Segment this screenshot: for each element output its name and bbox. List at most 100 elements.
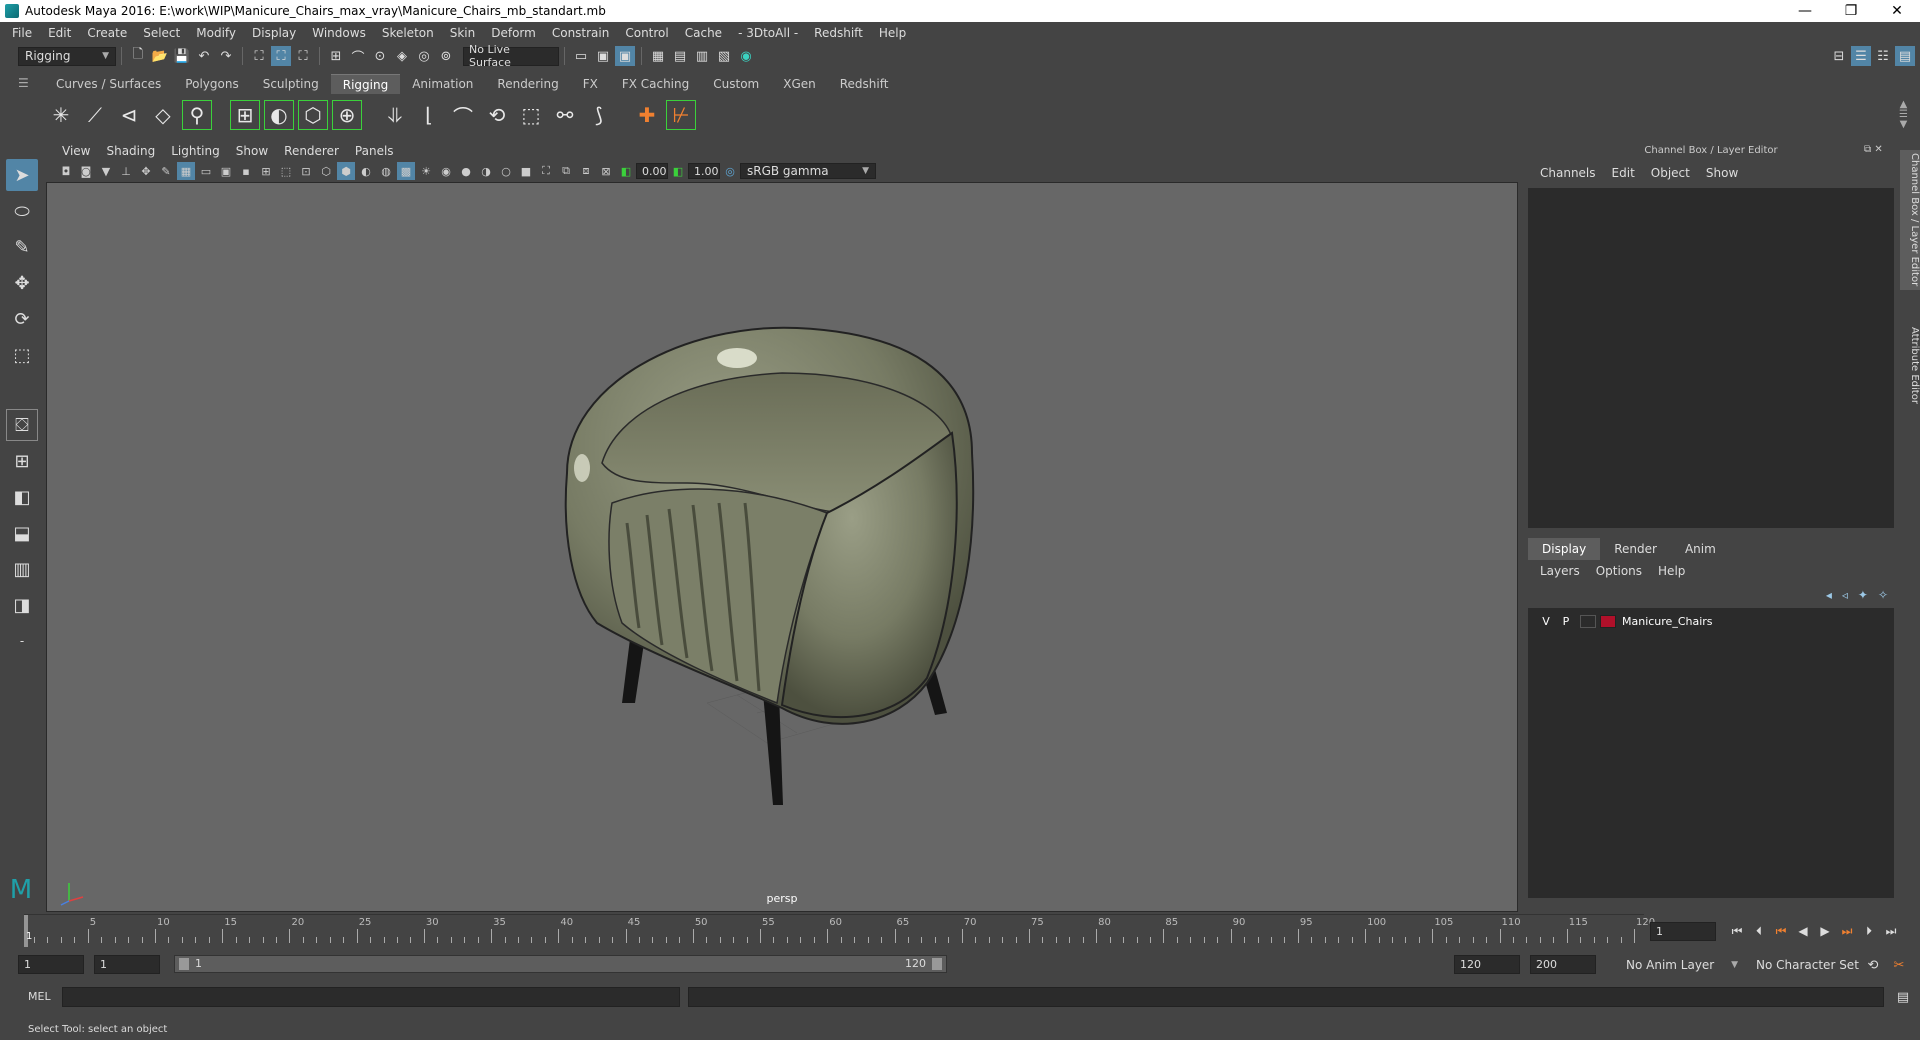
redo-icon[interactable]: ↷ (216, 46, 236, 66)
point-constraint-icon[interactable]: ⌊ (414, 100, 444, 130)
play-backwards-icon[interactable]: ◀ (1792, 924, 1814, 938)
scale-tool-icon[interactable]: ⬚ (6, 339, 38, 371)
shelf-tab-redshift[interactable]: Redshift (828, 74, 901, 94)
layer-playback-toggle[interactable]: P (1556, 615, 1576, 628)
script-editor-icon[interactable]: ▤ (1893, 987, 1913, 1007)
camera-attributes-icon[interactable]: ◙ (77, 162, 95, 180)
snap-surface-icon[interactable]: ◎ (414, 46, 434, 66)
layer-color-swatch[interactable] (1600, 614, 1616, 628)
step-forward-key-icon[interactable]: ⏭ (1836, 924, 1858, 939)
step-back-frame-icon[interactable]: ⏴ (1748, 924, 1770, 939)
snap-curve-icon[interactable]: ⌒ (348, 46, 368, 66)
animation-preferences-icon[interactable]: ✂ (1889, 955, 1909, 975)
layer-list[interactable]: V P Manicure_Chairs (1528, 608, 1894, 898)
layer-menu-help[interactable]: Help (1650, 564, 1693, 578)
parent-constraint-icon[interactable]: ⚯ (550, 100, 580, 130)
ik-spline-icon[interactable]: ⊲ (114, 100, 144, 130)
step-back-key-icon[interactable]: ⏮ (1770, 924, 1792, 939)
panel-menu-renderer[interactable]: Renderer (276, 144, 347, 158)
hypershade-icon[interactable]: ▤ (670, 46, 690, 66)
go-to-end-icon[interactable]: ⏭ (1880, 924, 1902, 939)
select-hierarchy-icon[interactable]: ⛶ (249, 46, 269, 66)
panel-menu-show[interactable]: Show (228, 144, 276, 158)
cluster-icon[interactable]: ⊕ (332, 100, 362, 130)
panel-menu-lighting[interactable]: Lighting (163, 144, 228, 158)
move-tool-icon[interactable]: ✥ (6, 267, 38, 299)
humanik-icon[interactable]: ⚲ (182, 100, 212, 130)
move-layer-down-icon[interactable]: ◃ (1842, 588, 1848, 602)
layer-visibility-toggle[interactable]: V (1536, 615, 1556, 628)
lattice-icon[interactable]: ⬡ (298, 100, 328, 130)
menu-display[interactable]: Display (244, 26, 304, 40)
aim-constraint-icon[interactable]: ⌒ (448, 100, 478, 130)
shelf-tab-rigging[interactable]: Rigging (330, 74, 401, 94)
menu-help[interactable]: Help (871, 26, 914, 40)
panel-menu-view[interactable]: View (54, 144, 98, 158)
auto-key-icon[interactable]: ⟲ (1863, 955, 1883, 975)
script-language-label[interactable]: MEL (28, 990, 51, 1003)
anim-layer-dropdown[interactable]: No Anim Layer ▼ (1620, 955, 1744, 974)
orient-constraint-icon[interactable]: ⟲ (482, 100, 512, 130)
live-surface-field[interactable]: No Live Surface (463, 43, 559, 69)
side-tab-attribute-editor[interactable]: Attribute Editor (1900, 310, 1920, 420)
shelf-tab-rendering[interactable]: Rendering (485, 74, 570, 94)
wireframe-on-shaded-icon[interactable]: ◐ (357, 162, 375, 180)
paint-weights-icon[interactable]: ⥥ (380, 100, 410, 130)
ipr-render-icon[interactable]: ▣ (615, 46, 635, 66)
layer-menu-layers[interactable]: Layers (1532, 564, 1588, 578)
safe-action-icon[interactable]: ⬚ (277, 162, 295, 180)
persp-graph-layout-icon[interactable]: ⬓ (6, 517, 38, 549)
depth-of-field-icon[interactable]: ■ (517, 162, 535, 180)
menu-deform[interactable]: Deform (483, 26, 544, 40)
magnet-icon[interactable]: ⊚ (436, 46, 456, 66)
render-frame-icon[interactable]: ▣ (593, 46, 613, 66)
shadows-icon[interactable]: ◉ (437, 162, 455, 180)
film-gate-icon[interactable]: ▭ (197, 162, 215, 180)
new-scene-icon[interactable]: 🗋 (128, 46, 148, 66)
motion-blur-icon[interactable]: ◑ (477, 162, 495, 180)
ipr-icon[interactable]: ▧ (714, 46, 734, 66)
snap-point-icon[interactable]: ⊙ (370, 46, 390, 66)
snap-grid-icon[interactable]: ⊞ (326, 46, 346, 66)
snap-view-plane-icon[interactable]: ◈ (392, 46, 412, 66)
default-material-icon[interactable]: ◍ (377, 162, 395, 180)
range-end-handle[interactable] (932, 958, 942, 970)
character-set-dropdown[interactable]: No Character Set (1750, 955, 1868, 974)
image-plane-icon[interactable]: ⊥ (117, 162, 135, 180)
rotate-tool-icon[interactable]: ⟳ (6, 303, 38, 335)
custom-layout-icon[interactable]: - (6, 625, 38, 657)
lasso-tool-icon[interactable]: ⬭ (6, 195, 38, 227)
shelf-tab-xgen[interactable]: XGen (771, 74, 828, 94)
save-scene-icon[interactable]: 💾 (172, 46, 192, 66)
menu-create[interactable]: Create (79, 26, 135, 40)
xray-icon[interactable]: ⧉ (557, 162, 575, 180)
persp-hypershade-layout-icon[interactable]: ▥ (6, 553, 38, 585)
channel-box-toggle-icon[interactable]: ☰ (1851, 46, 1871, 66)
restore-button[interactable]: ❐ (1828, 0, 1874, 22)
shelf-scroll-icon[interactable]: ▲ ☰ ▼ (1899, 100, 1908, 130)
select-tool-icon[interactable]: ➤ (6, 159, 38, 191)
redshift-render-icon[interactable]: ◉ (736, 46, 756, 66)
shelf-tab-custom[interactable]: Custom (701, 74, 771, 94)
menu-skeleton[interactable]: Skeleton (374, 26, 442, 40)
menuset-dropdown[interactable]: Rigging ▼ (18, 46, 116, 66)
animation-start-field[interactable]: 1 (18, 955, 84, 974)
resolution-gate-icon[interactable]: ▣ (217, 162, 235, 180)
set-driven-key-icon[interactable]: ⊬ (666, 100, 696, 130)
channel-menu-object[interactable]: Object (1643, 166, 1698, 180)
2d-pan-zoom-icon[interactable]: ✥ (137, 162, 155, 180)
command-input[interactable] (62, 987, 680, 1007)
range-start-handle[interactable] (179, 958, 189, 970)
anti-aliasing-icon[interactable]: ○ (497, 162, 515, 180)
layer-name[interactable]: Manicure_Chairs (1622, 615, 1713, 628)
ik-handle-icon[interactable]: ⟋ (80, 100, 110, 130)
tool-settings-toggle-icon[interactable]: ▤ (1895, 46, 1915, 66)
color-space-dropdown[interactable]: sRGB gamma ▼ (740, 163, 876, 179)
workspace-icon[interactable]: ⊟ (1829, 46, 1849, 66)
layer-menu-options[interactable]: Options (1588, 564, 1650, 578)
shelf-tab-polygons[interactable]: Polygons (173, 74, 250, 94)
menu-constrain[interactable]: Constrain (544, 26, 618, 40)
undo-icon[interactable]: ↶ (194, 46, 214, 66)
layer-row[interactable]: V P Manicure_Chairs (1528, 612, 1894, 630)
menu-skin[interactable]: Skin (442, 26, 484, 40)
